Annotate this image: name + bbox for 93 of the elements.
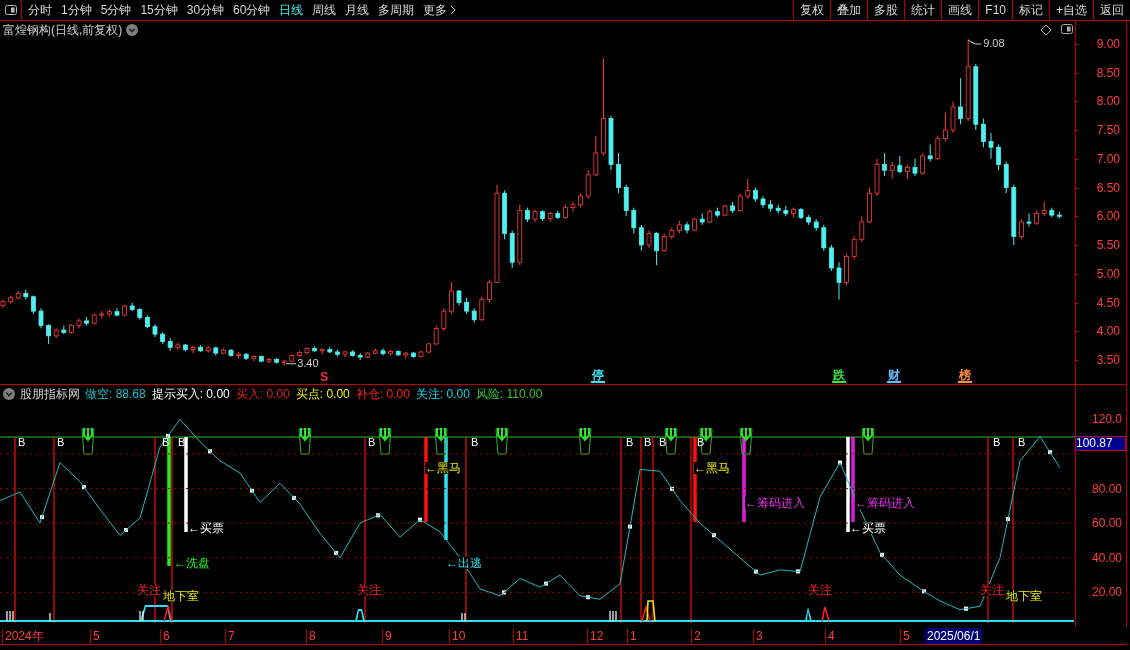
date-label: 3 (753, 629, 763, 644)
date-label: 5 (900, 629, 910, 644)
period-tab[interactable]: 60分钟 (233, 4, 271, 16)
sell-mark: S (320, 371, 329, 383)
toolbar-button[interactable]: 叠加 (830, 0, 868, 20)
axis-label: 6.00 (1095, 210, 1120, 223)
buy-mark: B (471, 437, 479, 448)
date-label: 12 (587, 629, 604, 644)
axis-label: 60.00 (1090, 517, 1122, 530)
event-tag[interactable]: 榜 (958, 369, 972, 383)
axis-label: 6.50 (1095, 181, 1120, 194)
axis-label: 5.50 (1095, 239, 1120, 251)
buy-mark: B (644, 437, 652, 448)
period-tab[interactable]: 周线 (312, 4, 337, 16)
price-label: 9.08 (983, 38, 1005, 49)
date-label: 2024年 (2, 629, 44, 644)
readout: 提示买入: 0.00 (151, 386, 230, 403)
date-label: 4 (825, 629, 835, 644)
period-tab[interactable]: 15分钟 (140, 4, 178, 16)
signal-label: 地下室 (163, 590, 199, 602)
signal-label: ←洗盘 (174, 557, 210, 569)
signal-label: ←筹码进入 (855, 497, 915, 509)
signal-label: ←黑马 (694, 462, 730, 474)
signal-label: 关注 (808, 584, 832, 596)
period-tab[interactable]: 日线 (279, 4, 304, 16)
date-label: 7 (225, 629, 235, 644)
toolbar-button[interactable]: 标记 (1012, 0, 1049, 20)
readout: 风险: 110.00 (475, 386, 543, 403)
buy-mark: B (659, 437, 667, 448)
period-tab[interactable]: 30分钟 (186, 4, 225, 16)
date-label: 11 (513, 629, 529, 644)
date-label: 1 (627, 629, 637, 644)
toolbar-button[interactable]: 多股 (867, 0, 905, 20)
current-value-badge: 100.87 (1075, 436, 1126, 451)
signal-label: ←黑马 (425, 462, 461, 474)
buy-mark: B (57, 437, 65, 448)
axis-label: 20.00 (1090, 586, 1122, 599)
axis-label: 3.50 (1095, 354, 1120, 366)
current-date-label: 2025/06/1 (925, 628, 983, 644)
event-tag[interactable]: 跌 (832, 369, 846, 383)
price-label: 3.40 (297, 357, 319, 369)
signal-label: ←出逃 (446, 557, 482, 569)
date-label: 5 (90, 629, 100, 644)
axis-label: 7.50 (1095, 124, 1120, 136)
readout: 做空: 88.68 (85, 386, 146, 403)
axis-label: 7.00 (1095, 152, 1120, 165)
period-tab[interactable]: 更多 (423, 4, 457, 16)
readout: 关注: 0.00 (415, 386, 470, 403)
date-label: 9 (382, 629, 392, 644)
axis-label: 4.50 (1095, 296, 1120, 309)
period-tab[interactable]: 分时 (28, 4, 52, 16)
date-label: 2 (691, 629, 701, 644)
toolbar-button[interactable]: 统计 (904, 0, 942, 20)
buy-mark: B (1018, 437, 1026, 448)
axis-label: 9.00 (1095, 37, 1120, 50)
indicator-name: 股朋指标网 (20, 386, 80, 403)
toolbar-button[interactable]: +自选 (1049, 0, 1093, 20)
event-tag[interactable]: 停 (591, 369, 605, 383)
chart-title: 富煌钢构(日线,前复权) (3, 21, 123, 39)
date-label: 6 (160, 629, 170, 644)
axis-label: 8.00 (1095, 95, 1120, 108)
signal-label: 地下室 (1006, 590, 1042, 602)
axis-label: 4.00 (1095, 325, 1120, 338)
readout: 补仓: 0.00 (355, 386, 410, 403)
period-tab[interactable]: 5分钟 (100, 4, 132, 16)
signal-label: ←买票 (188, 522, 224, 534)
date-label: 10 (449, 629, 466, 644)
event-tag[interactable]: 财 (887, 369, 901, 383)
buy-mark: B (368, 437, 376, 448)
axis-label: 120.0 (1090, 413, 1122, 426)
date-label: 8 (306, 629, 316, 644)
signal-label: 关注 (980, 584, 1004, 596)
period-tab[interactable]: 月线 (345, 4, 370, 16)
axis-label: 80.00 (1090, 482, 1122, 495)
readout: 买入: 0.00 (235, 386, 290, 403)
signal-label: 关注 (357, 584, 381, 596)
axis-label: 8.50 (1095, 66, 1120, 79)
toolbar-button[interactable]: 画线 (941, 0, 979, 20)
toolbar-button[interactable]: 返回 (1093, 0, 1130, 20)
period-tab[interactable]: 多周期 (378, 4, 415, 16)
axis-label: 40.00 (1090, 551, 1122, 564)
signal-label: 关注 (137, 584, 161, 596)
buy-mark: B (993, 437, 1001, 448)
axis-label: 5.00 (1095, 267, 1120, 280)
readout: 买点: 0.00 (295, 386, 350, 403)
toolbar-button[interactable]: F10 (978, 0, 1012, 20)
period-tab[interactable]: 1分钟 (61, 4, 92, 16)
signal-label: ←买票 (850, 522, 886, 534)
buy-mark: B (18, 437, 26, 448)
toolbar-button[interactable]: 复权 (793, 0, 831, 20)
signal-label: ←筹码进入 (745, 497, 805, 509)
buy-mark: B (697, 437, 705, 448)
buy-mark: B (626, 437, 634, 448)
